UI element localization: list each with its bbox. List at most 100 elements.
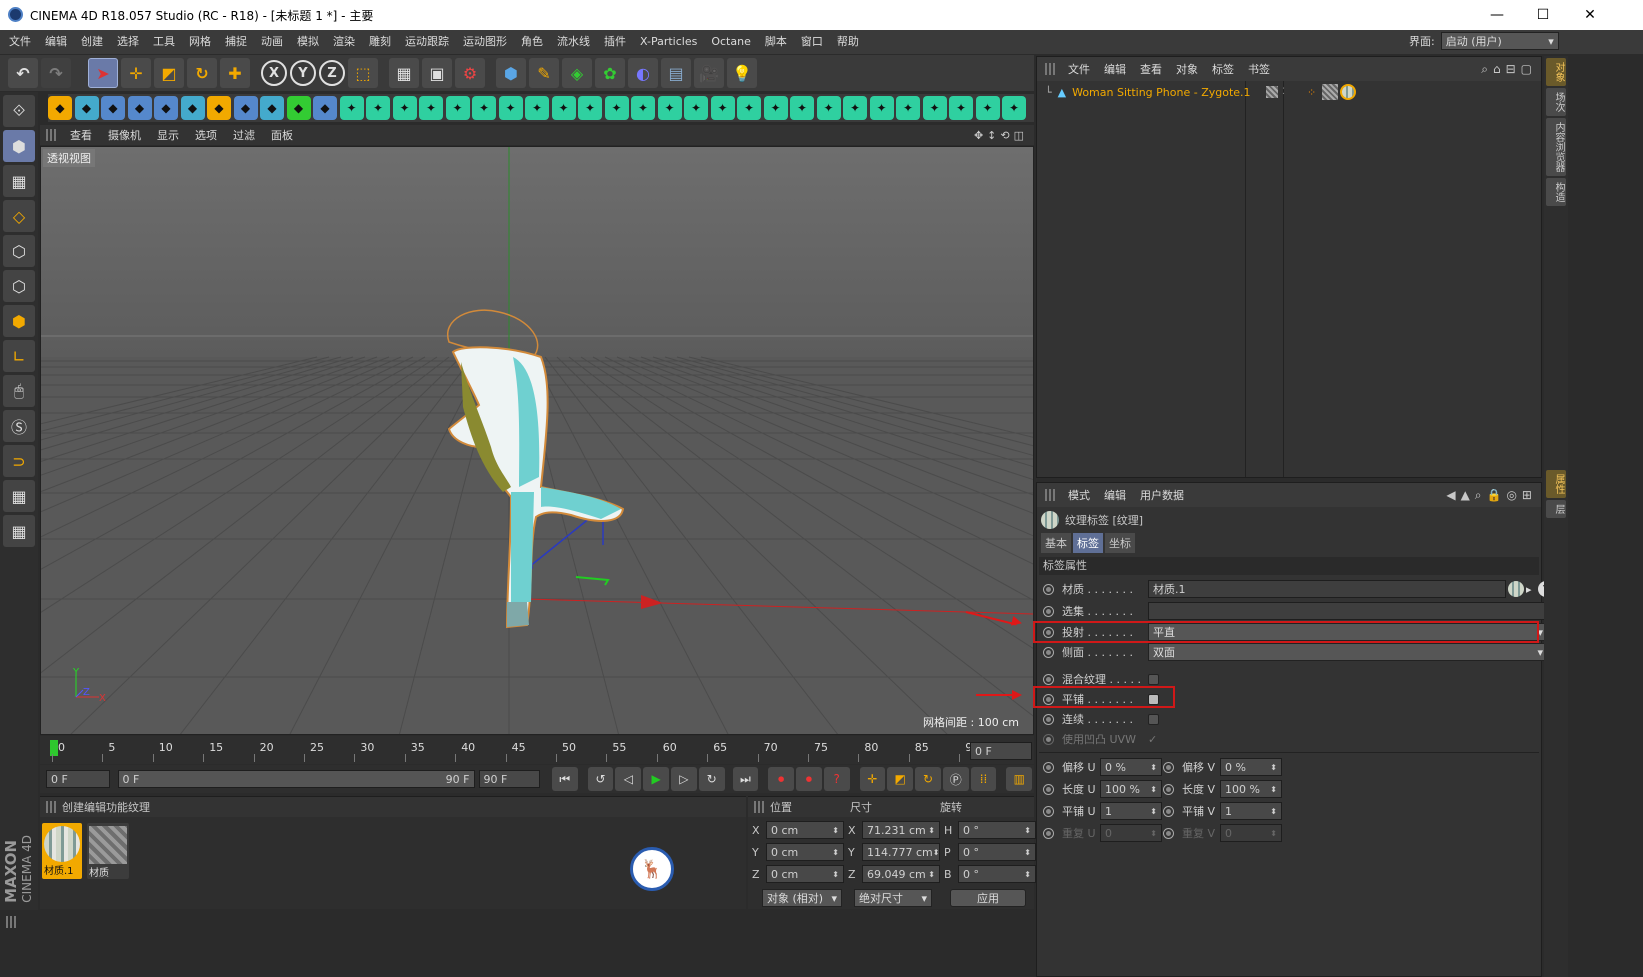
spinner-icon[interactable]: ⬍	[1270, 807, 1277, 816]
material-menu-item-3[interactable]: 纹理	[128, 799, 150, 815]
tab-coordinates[interactable]: 坐标	[1105, 533, 1135, 553]
plugin-tool-icon[interactable]: ✦	[445, 96, 470, 120]
pen-spline-icon[interactable]: ✎	[529, 58, 559, 88]
make-editable-icon[interactable]: ⟐	[3, 95, 35, 127]
end-frame-field[interactable]: 90 F	[478, 770, 541, 788]
tab-basic[interactable]: 基本	[1041, 533, 1071, 553]
spinner-icon[interactable]: ⬍	[1150, 785, 1157, 794]
animate-radio[interactable]	[1163, 783, 1174, 795]
spinner-icon[interactable]: ⬍	[928, 826, 935, 835]
plugin-tool-icon[interactable]: ◆	[101, 96, 125, 120]
edges-mode-icon[interactable]: ⬡	[3, 270, 35, 302]
spinner-icon[interactable]: ⬍	[1270, 829, 1277, 838]
animate-radio[interactable]	[1043, 827, 1054, 839]
key-param-icon[interactable]: Ⓟ	[942, 767, 969, 791]
uv-field[interactable]: 100 % ⬍	[1100, 780, 1162, 798]
uv-field[interactable]: 1 ⬍	[1220, 802, 1282, 820]
key-scale-icon[interactable]: ◩	[887, 767, 914, 791]
tab-structure[interactable]: 构造	[1546, 178, 1566, 206]
floor-icon[interactable]: ▤	[661, 58, 691, 88]
attribute-menu-item-2[interactable]: 用户数据	[1133, 487, 1191, 503]
perspective-viewport[interactable]: 透视视图 Y Z X 网格间距 : 100 cm	[40, 146, 1034, 735]
plugin-tool-icon[interactable]: ✦	[631, 96, 655, 120]
plugin-tool-icon[interactable]: ✦	[339, 96, 364, 120]
close-button[interactable]: ✕	[1566, 0, 1614, 30]
plugin-tool-icon[interactable]: ◆	[286, 96, 311, 120]
snap-magnet-icon[interactable]: ⊃	[3, 445, 35, 477]
menu-item-13[interactable]: 角色	[514, 30, 550, 54]
object-menu-item-1[interactable]: 编辑	[1097, 61, 1133, 77]
plugin-tool-icon[interactable]: ✦	[392, 96, 417, 120]
plugin-tool-icon[interactable]: ✦	[949, 96, 973, 120]
tag-icon[interactable]: ⁘	[1307, 86, 1316, 99]
previous-frame-icon[interactable]: ◁	[615, 767, 642, 791]
camera-icon[interactable]: 🎥	[694, 58, 724, 88]
tweak-mode-icon[interactable]: 🖱	[3, 375, 35, 407]
plugin-tool-icon[interactable]: ✦	[869, 96, 894, 120]
viewport-menu-item-2[interactable]: 显示	[149, 127, 187, 143]
spinner-icon[interactable]: ⬍	[832, 826, 839, 835]
coord-size-field[interactable]: 71.231 cm ⬍	[862, 821, 940, 839]
menu-item-10[interactable]: 雕刻	[362, 30, 398, 54]
undo-icon[interactable]: ↶	[8, 58, 38, 88]
plugin-tool-icon[interactable]: ✦	[525, 96, 549, 120]
menu-item-20[interactable]: 帮助	[830, 30, 866, 54]
coord-rot-field[interactable]: 0 ° ⬍	[958, 821, 1036, 839]
attribute-header-icons[interactable]: ◀▲⌕🔒◎⊞	[1446, 488, 1537, 503]
view-navigation-icons[interactable]: ✥↕⟲◫	[974, 129, 1028, 142]
object-menu-item-0[interactable]: 文件	[1061, 61, 1097, 77]
workplane-lock-icon[interactable]: ▦	[3, 480, 35, 512]
object-menu-item-2[interactable]: 查看	[1133, 61, 1169, 77]
coord-pos-field[interactable]: 0 cm ⬍	[766, 843, 844, 861]
rotate-tool-icon[interactable]: ↻	[187, 58, 217, 88]
material-menu-item-1[interactable]: 编辑	[84, 799, 106, 815]
plugin-tool-icon[interactable]: ◆	[260, 96, 284, 120]
object-row[interactable]: └ ▲ Woman Sitting Phone - Zygote.1 ⁚ ⁘	[1045, 83, 1541, 101]
go-to-start-icon[interactable]: ⏮	[551, 767, 578, 791]
timeline-window-icon[interactable]: ▥	[1006, 767, 1033, 791]
animate-radio[interactable]	[1163, 761, 1174, 773]
uv-field[interactable]: 0 ⬍	[1100, 824, 1162, 842]
drag-grip[interactable]	[46, 129, 56, 141]
spinner-icon[interactable]: ⬍	[1024, 870, 1031, 879]
polygons-mode-icon[interactable]: ⬢	[3, 305, 35, 337]
drag-grip[interactable]	[46, 801, 56, 813]
menu-item-17[interactable]: Octane	[704, 30, 758, 54]
layout-dropdown[interactable]: 启动 (用户) ▾	[1440, 32, 1559, 50]
animate-radio[interactable]	[1163, 827, 1174, 839]
animate-radio[interactable]	[1043, 805, 1054, 817]
coord-mode-dropdown[interactable]: 对象 (相对) ▾	[762, 889, 842, 907]
menu-item-12[interactable]: 运动图形	[456, 30, 514, 54]
z-axis-lock-icon[interactable]: Z	[319, 60, 345, 86]
viewport-menu-item-3[interactable]: 选项	[187, 127, 225, 143]
menu-item-2[interactable]: 创建	[74, 30, 110, 54]
plugin-tool-icon[interactable]: ✦	[604, 96, 629, 120]
coord-rot-field[interactable]: 0 ° ⬍	[958, 843, 1036, 861]
points-mode-icon[interactable]: ⬡	[3, 235, 35, 267]
plugin-tool-icon[interactable]: ✦	[816, 96, 841, 120]
select-cursor-icon[interactable]: ➤	[88, 58, 118, 88]
spinner-icon[interactable]: ⬍	[1270, 785, 1277, 794]
coord-size-field[interactable]: 69.049 cm ⬍	[862, 865, 940, 883]
selection-field[interactable]	[1148, 602, 1548, 620]
animate-radio[interactable]	[1043, 733, 1054, 745]
plugin-tool-icon[interactable]: ✦	[737, 96, 761, 120]
menu-item-7[interactable]: 动画	[254, 30, 290, 54]
plugin-tool-icon[interactable]: ✦	[366, 96, 390, 120]
texture-tag-icon[interactable]	[1322, 84, 1339, 100]
tab-takes[interactable]: 场次	[1546, 88, 1566, 116]
current-frame-field[interactable]: 0 F	[970, 742, 1032, 760]
deformer-icon[interactable]: ◐	[628, 58, 658, 88]
material-menu-item-0[interactable]: 创建	[62, 799, 84, 815]
animate-radio[interactable]	[1163, 805, 1174, 817]
object-header-icons[interactable]: ⌕⌂⊟▢	[1481, 62, 1537, 77]
animate-radio[interactable]	[1043, 761, 1054, 773]
key-position-icon[interactable]: ✛	[859, 767, 886, 791]
render-picture-viewer-icon[interactable]: ▣	[422, 58, 452, 88]
drag-grip[interactable]	[1045, 63, 1055, 75]
key-rotation-icon[interactable]: ↻	[915, 767, 941, 791]
menu-item-9[interactable]: 渲染	[326, 30, 362, 54]
keyframe-selection-icon[interactable]: ?	[823, 767, 850, 791]
uv-field[interactable]: 0 % ⬍	[1100, 758, 1162, 776]
coord-rot-field[interactable]: 0 ° ⬍	[958, 865, 1036, 883]
